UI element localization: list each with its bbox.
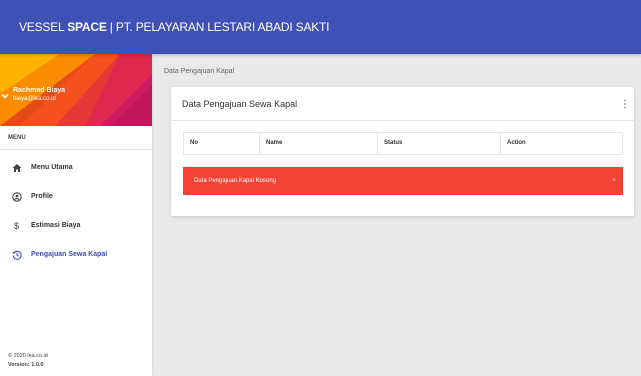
user-profile-banner[interactable]: Rachmad Biaya biaya@lea.co.id	[0, 54, 152, 126]
more-vert-icon[interactable]	[622, 99, 628, 109]
sidebar-item-pengajuan-sewa-kapal[interactable]: Pengajuan Sewa Kapal	[0, 240, 152, 269]
app-title[interactable]: VESSEL SPACE | PT. PELAYARAN LESTARI ABA…	[19, 20, 330, 34]
column-header-no[interactable]: No	[184, 133, 260, 154]
alert-message: Data Pengajuan Kapal Kosong	[194, 178, 277, 184]
home-icon	[11, 162, 22, 173]
sidebar-item-profile[interactable]: Profile	[0, 182, 152, 211]
sidebar-item-menu-utama[interactable]: Menu Utama	[0, 153, 152, 182]
sidebar-item-label: Pengajuan Sewa Kapal	[31, 251, 108, 258]
user-email: biaya@lea.co.id	[13, 96, 56, 102]
sidebar-item-label: Profile	[31, 193, 53, 200]
version-text: Version: 1.0.0	[8, 362, 44, 368]
submission-card: Data Pengajuan Sewa Kapal No Name Status…	[171, 87, 634, 216]
column-header-action[interactable]: Action	[501, 133, 622, 154]
sidebar-item-label: Menu Utama	[31, 164, 73, 171]
breadcrumb: Data Pengajuan Kapal	[164, 68, 235, 75]
empty-data-alert: Data Pengajuan Kapal Kosong ×	[183, 167, 623, 195]
column-header-status[interactable]: Status	[378, 133, 501, 154]
card-title: Data Pengajuan Sewa Kapal	[182, 99, 298, 109]
menu-section-label: MENU	[0, 126, 152, 150]
sidebar-item-label: Estimasi Biaya	[31, 222, 81, 229]
history-icon	[11, 249, 22, 260]
close-icon[interactable]: ×	[612, 167, 616, 195]
chevron-down-icon[interactable]	[0, 91, 10, 101]
user-name: Rachmad Biaya	[13, 87, 66, 94]
copyright-text: © 2020 lea.co.id	[8, 353, 48, 359]
dollar-icon: $	[13, 220, 19, 231]
submission-table-header: No Name Status Action	[183, 132, 623, 155]
card-divider	[171, 120, 634, 121]
top-app-bar: VESSEL SPACE | PT. PELAYARAN LESTARI ABA…	[0, 0, 641, 54]
user-icon	[11, 191, 22, 202]
column-header-name[interactable]: Name	[260, 133, 378, 154]
sidebar: Rachmad Biaya biaya@lea.co.id MENU Menu …	[0, 54, 152, 376]
sidebar-item-estimasi-biaya[interactable]: $ Estimasi Biaya	[0, 211, 152, 240]
sidebar-footer: © 2020 lea.co.id Version: 1.0.0	[8, 352, 48, 370]
